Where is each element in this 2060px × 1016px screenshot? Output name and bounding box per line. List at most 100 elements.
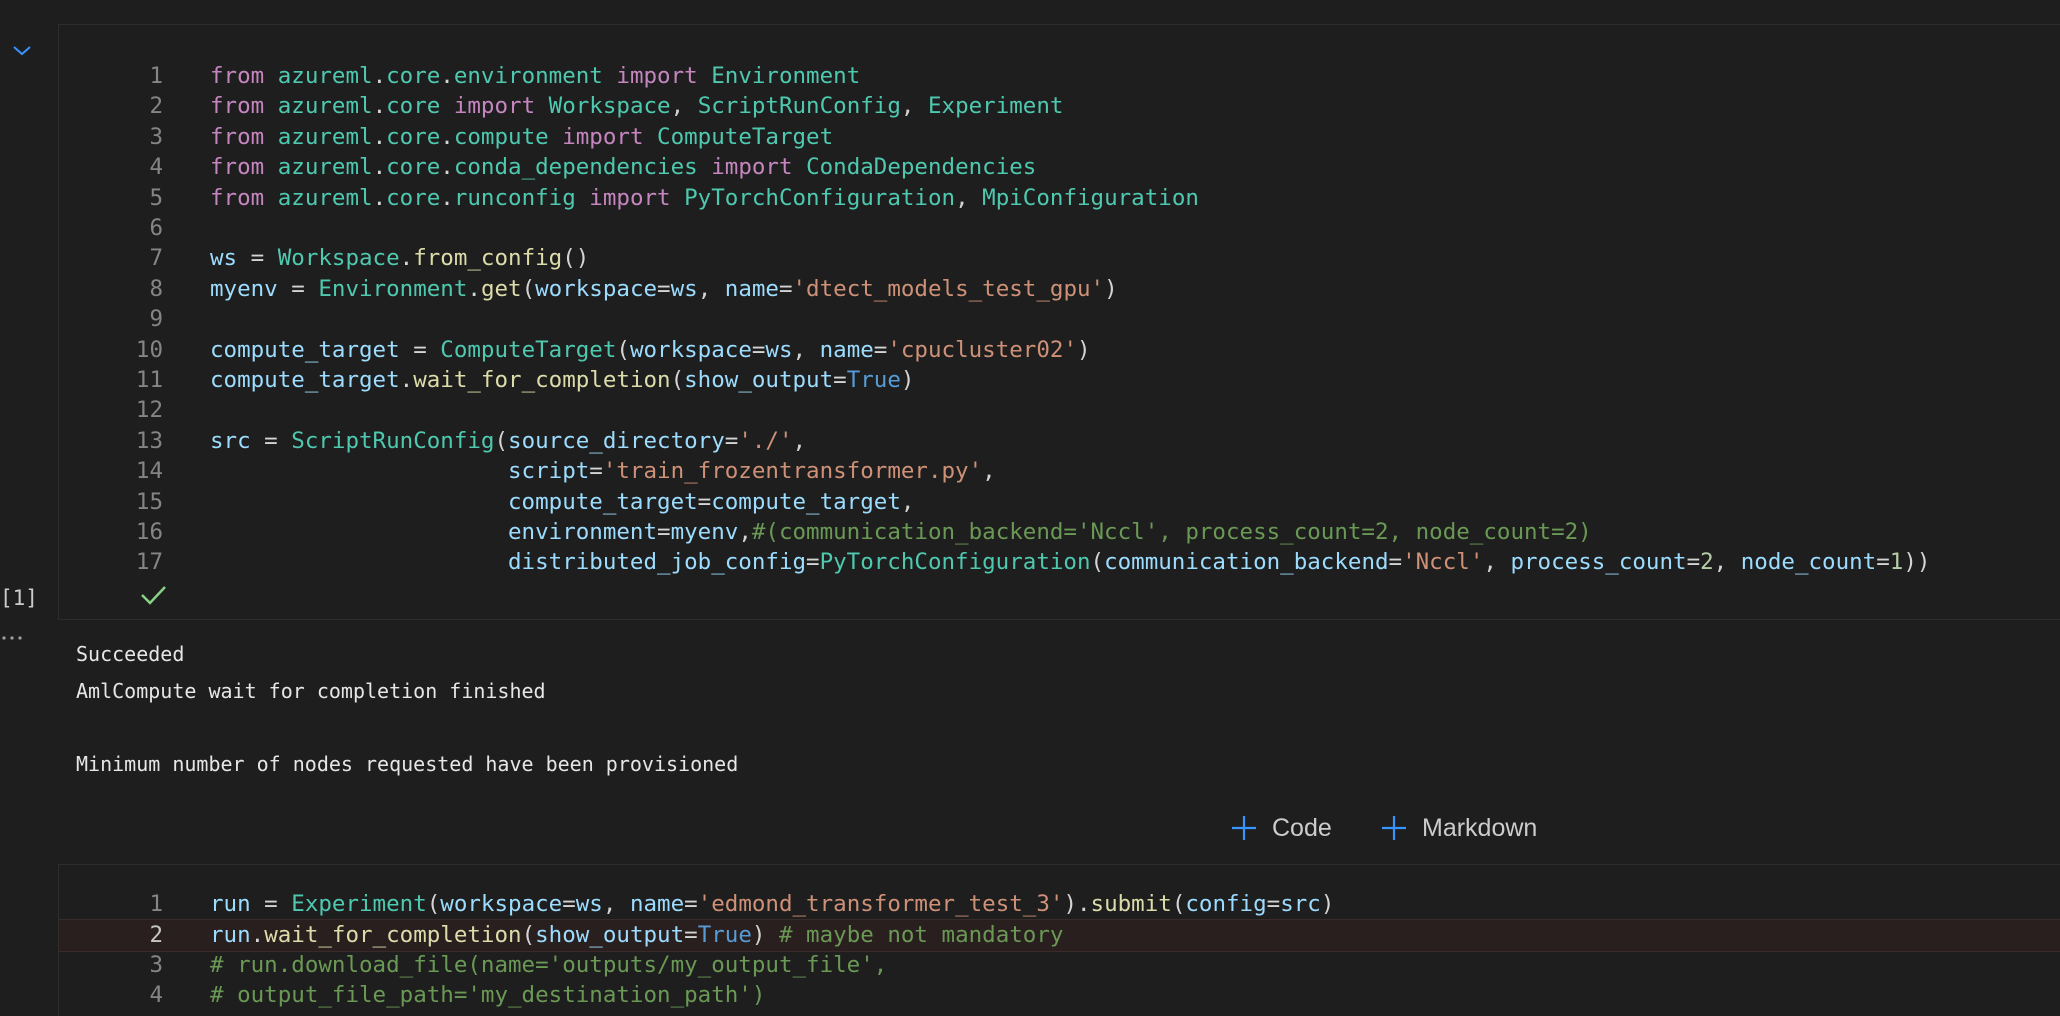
code-token: import [440, 93, 549, 120]
code-token: './' [738, 427, 793, 454]
code-token: compute_target [711, 488, 901, 515]
code-line[interactable]: 12 [59, 395, 2060, 425]
code-token: True [697, 922, 752, 949]
code-token: run [210, 922, 251, 949]
code-token: . [467, 275, 481, 302]
code-cell-1[interactable]: 1 from azureml.core.environment import En… [58, 24, 2060, 620]
code-line[interactable]: 6 [59, 213, 2060, 243]
code-line[interactable]: 16 environment=myenv,#(communication_bac… [59, 517, 2060, 547]
code-token: , [792, 427, 807, 454]
code-token: = [833, 367, 847, 393]
code-token: , [900, 93, 928, 120]
code-token: , [670, 93, 698, 120]
code-token: myenv [670, 519, 739, 545]
code-text: run.wait_for_completion(show_output=True… [210, 920, 1063, 950]
code-line[interactable]: 17 distributed_job_config=PyTorchConfigu… [59, 547, 2060, 577]
code-cell-2[interactable]: 1 run = Experiment(workspace=ws, name='ed… [58, 864, 2060, 1016]
code-token: , [955, 184, 983, 211]
code-token: core [386, 123, 441, 150]
code-token: ) [1104, 275, 1118, 302]
code-token: . [440, 154, 454, 181]
code-token: = [399, 336, 441, 363]
code-token: ( [1090, 549, 1105, 576]
code-text: # output_file_path='my_destination_path'… [210, 980, 765, 1010]
code-token: src [1280, 891, 1321, 917]
code-token: ws [670, 275, 698, 302]
code-line[interactable]: 5 from azureml.core.runconfig import PyTo… [59, 183, 2060, 213]
code-token: #(communication_backend='Nccl', process_… [751, 519, 1592, 545]
code-token: , [982, 458, 996, 485]
code-token: azureml [277, 123, 373, 150]
code-token: 'cpucluster02' [887, 336, 1077, 363]
code-line[interactable]: 1 run = Experiment(workspace=ws, name='ed… [59, 889, 2060, 919]
code-line[interactable]: 4 from azureml.core.conda_dependencies im… [59, 152, 2060, 182]
code-token: . [372, 154, 387, 181]
code-line[interactable]: 8 myenv = Environment.get(workspace=ws, n… [59, 274, 2060, 304]
code-token: from [210, 123, 278, 150]
output-line: Minimum number of nodes requested have b… [76, 751, 739, 776]
add-markdown-cell-button[interactable]: Markdown [1380, 810, 1537, 846]
code-text: run = Experiment(workspace=ws, name='edm… [210, 889, 1334, 919]
code-token: ) [1077, 336, 1091, 363]
code-token: from_config [413, 245, 563, 272]
check-icon [141, 586, 166, 605]
code-token: get [480, 275, 522, 302]
code-token: myenv [210, 275, 278, 302]
line-number: 14 [135, 458, 163, 485]
code-token: PyTorchConfiguration [684, 184, 956, 211]
execution-count: [1] [0, 586, 38, 610]
code-token: submit [1090, 891, 1172, 917]
code-token: = [1388, 549, 1403, 576]
code-token: = [724, 427, 739, 454]
code-line[interactable]: 2 run.wait_for_completion(show_output=Tru… [59, 919, 2060, 952]
code-line[interactable]: 10 compute_target = ComputeTarget(workspa… [59, 335, 2060, 365]
code-token: ws [765, 336, 793, 363]
code-token: from [210, 184, 278, 211]
code-token: = [697, 488, 712, 515]
code-token: . [399, 245, 414, 272]
add-code-cell-button[interactable]: Code [1230, 810, 1332, 846]
code-token: = [806, 549, 820, 576]
notebook-editor: [1] 1 from azureml.core.environment impor… [0, 0, 2060, 1016]
code-token: () [562, 245, 590, 272]
code-token: . [399, 367, 414, 393]
code-line[interactable]: 3 from azureml.core.compute import Comput… [59, 122, 2060, 152]
code-line[interactable]: 7 ws = Workspace.from_config() [59, 243, 2060, 273]
code-line[interactable]: 14 script='train_frozentransformer.py', [59, 456, 2060, 486]
code-line[interactable]: 2 from azureml.core import Workspace, Scr… [59, 91, 2060, 121]
code-token: = [562, 891, 576, 917]
code-token: MpiConfiguration [982, 184, 1199, 211]
code-text: from azureml.core.compute import Compute… [210, 122, 833, 152]
code-text: from azureml.core.conda_dependencies imp… [210, 152, 1036, 182]
code-token: = [1876, 549, 1890, 576]
code-token: workspace [629, 336, 752, 363]
code-token: ( [670, 367, 685, 393]
ellipsis-icon[interactable] [0, 628, 30, 648]
code-line[interactable]: 11 compute_target.wait_for_completion(sho… [59, 365, 2060, 395]
code-line[interactable]: 1 from azureml.core.environment import En… [59, 61, 2060, 91]
code-token: ( [426, 891, 441, 917]
code-text: script='train_frozentransformer.py', [210, 456, 996, 486]
code-token: . [440, 63, 454, 89]
code-line[interactable]: 9 [59, 304, 2060, 334]
output-line: Succeeded [76, 642, 185, 666]
code-token: azureml [277, 184, 373, 211]
code-token: 'dtect_models_test_gpu' [792, 275, 1105, 302]
code-token: from [210, 93, 278, 120]
line-number: 10 [135, 336, 163, 363]
code-line[interactable]: 4 # output_file_path='my_destination_path… [59, 980, 2060, 1010]
code-token: = [277, 275, 319, 302]
plus-icon [1382, 816, 1406, 840]
code-line[interactable]: 15 compute_target=compute_target, [59, 487, 2060, 517]
chevron-down-icon[interactable] [10, 38, 34, 62]
code-token: = [589, 458, 603, 485]
line-number: 7 [149, 245, 163, 272]
code-token: Experiment [927, 93, 1064, 120]
code-token: # run.download_file(name='outputs/my_out… [210, 951, 888, 978]
code-token: . [440, 123, 454, 150]
code-line[interactable]: 13 src = ScriptRunConfig(source_directory… [59, 426, 2060, 456]
code-line[interactable]: 3 # run.download_file(name='outputs/my_ou… [59, 950, 2060, 980]
line-number: 12 [135, 397, 163, 424]
code-token: , [900, 488, 915, 515]
line-number: 9 [149, 306, 163, 333]
